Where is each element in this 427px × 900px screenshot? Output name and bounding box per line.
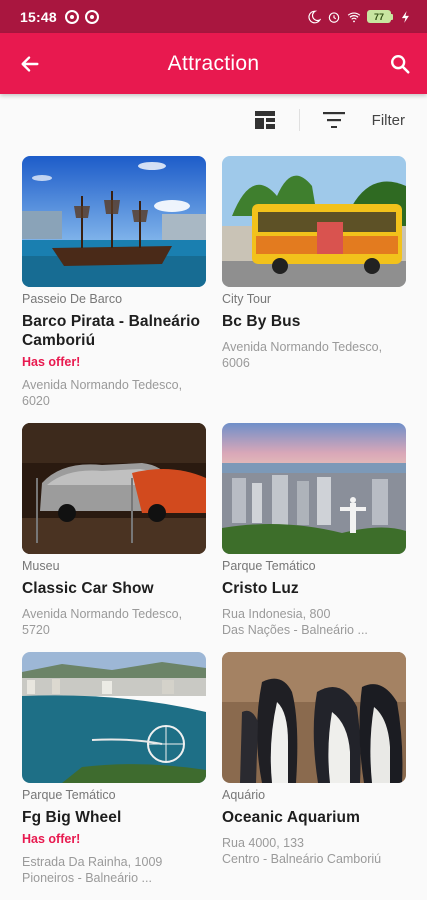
attraction-image-classic-car bbox=[22, 423, 206, 554]
card-address: Avenida Normando Tedesco, 6006 bbox=[222, 339, 406, 371]
card-category: Museu bbox=[22, 559, 60, 573]
address-line: 5720 bbox=[22, 623, 50, 637]
address-line: Rua Indonesia, 800 bbox=[222, 607, 331, 621]
card-category: Parque Temático bbox=[222, 559, 316, 573]
card-title: Cristo Luz bbox=[222, 580, 299, 597]
address-line: Pioneiros - Balneário ... bbox=[22, 871, 152, 885]
offer-badge: Has offer! bbox=[22, 832, 81, 846]
attraction-card[interactable]: Museu Classic Car Show Avenida Normando … bbox=[22, 423, 206, 652]
filter-button[interactable]: Filter bbox=[372, 112, 405, 129]
attraction-image-cristo-luz bbox=[222, 423, 406, 554]
notification-icon bbox=[64, 9, 79, 24]
card-category: City Tour bbox=[222, 292, 272, 306]
address-line: 6020 bbox=[22, 394, 50, 408]
card-category: Aquário bbox=[222, 788, 266, 802]
status-notification-icons bbox=[64, 9, 99, 24]
address-line: 6006 bbox=[222, 356, 250, 370]
card-title: Bc By Bus bbox=[222, 313, 301, 330]
charging-icon bbox=[401, 10, 409, 23]
card-category: Passeio De Barco bbox=[22, 292, 123, 306]
attraction-card[interactable]: Parque Temático Cristo Luz Rua Indonesia… bbox=[222, 423, 406, 652]
attraction-card[interactable]: Parque Temático Fg Big Wheel Has offer! … bbox=[22, 652, 206, 886]
attraction-image-pirate-ship bbox=[22, 156, 206, 287]
moon-icon bbox=[308, 10, 321, 23]
card-title: Fg Big Wheel bbox=[22, 809, 122, 826]
address-line: Avenida Normando Tedesco, bbox=[22, 378, 183, 392]
address-line: Avenida Normando Tedesco, bbox=[22, 607, 183, 621]
sort-button[interactable] bbox=[322, 108, 346, 132]
toolbar-divider bbox=[298, 109, 300, 131]
address-line: Das Nações - Balneário ... bbox=[222, 623, 368, 637]
sort-lines-icon bbox=[322, 112, 345, 128]
status-time: 15:48 bbox=[20, 8, 57, 25]
status-bar: 15:48 77 bbox=[0, 0, 427, 33]
attraction-image-penguins bbox=[222, 652, 406, 783]
app-bar: Attraction bbox=[0, 33, 427, 94]
address-line: Estrada Da Rainha, 1009 bbox=[22, 855, 163, 869]
battery-icon: 77 bbox=[367, 10, 393, 23]
card-address: Rua 4000, 133 Centro - Balneário Cambori… bbox=[222, 835, 406, 867]
dashboard-layout-icon bbox=[254, 111, 275, 129]
search-button[interactable] bbox=[387, 51, 413, 77]
attraction-grid: Passeio De Barco Barco Pirata - Balneári… bbox=[22, 156, 406, 886]
address-line: Rua 4000, 133 bbox=[222, 836, 305, 850]
address-line: Avenida Normando Tedesco, bbox=[222, 340, 383, 354]
card-category: Parque Temático bbox=[22, 788, 116, 802]
notification-icon bbox=[84, 9, 99, 24]
arrow-left-icon bbox=[21, 56, 39, 72]
offer-badge: Has offer! bbox=[22, 355, 81, 369]
card-title: Barco Pirata - Balneário Camboriú bbox=[22, 313, 201, 349]
back-button[interactable] bbox=[17, 51, 43, 77]
card-title: Oceanic Aquarium bbox=[222, 809, 360, 826]
status-system-icons: 77 bbox=[307, 10, 413, 24]
attraction-card[interactable]: Passeio De Barco Barco Pirata - Balneári… bbox=[22, 156, 206, 423]
address-line: Centro - Balneário Camboriú bbox=[222, 852, 382, 866]
view-mode-button[interactable] bbox=[253, 108, 277, 132]
attraction-card[interactable]: City Tour Bc By Bus Avenida Normando Ted… bbox=[222, 156, 406, 423]
attraction-card[interactable]: Aquário Oceanic Aquarium Rua 4000, 133 C… bbox=[222, 652, 406, 886]
attraction-image-city-bus bbox=[222, 156, 406, 287]
card-address: Estrada Da Rainha, 1009 Pioneiros - Baln… bbox=[22, 854, 206, 886]
page-title: Attraction bbox=[167, 51, 260, 75]
attraction-image-big-wheel bbox=[22, 652, 206, 783]
search-icon bbox=[391, 55, 410, 74]
card-address: Avenida Normando Tedesco, 5720 bbox=[22, 606, 206, 638]
card-address: Rua Indonesia, 800 Das Nações - Balneári… bbox=[222, 606, 406, 638]
wifi-icon bbox=[347, 11, 361, 22]
list-toolbar: Filter bbox=[0, 94, 427, 146]
card-title: Classic Car Show bbox=[22, 580, 154, 597]
card-address: Avenida Normando Tedesco, 6020 bbox=[22, 377, 206, 409]
battery-level: 77 bbox=[367, 10, 391, 23]
alarm-icon bbox=[328, 11, 340, 23]
